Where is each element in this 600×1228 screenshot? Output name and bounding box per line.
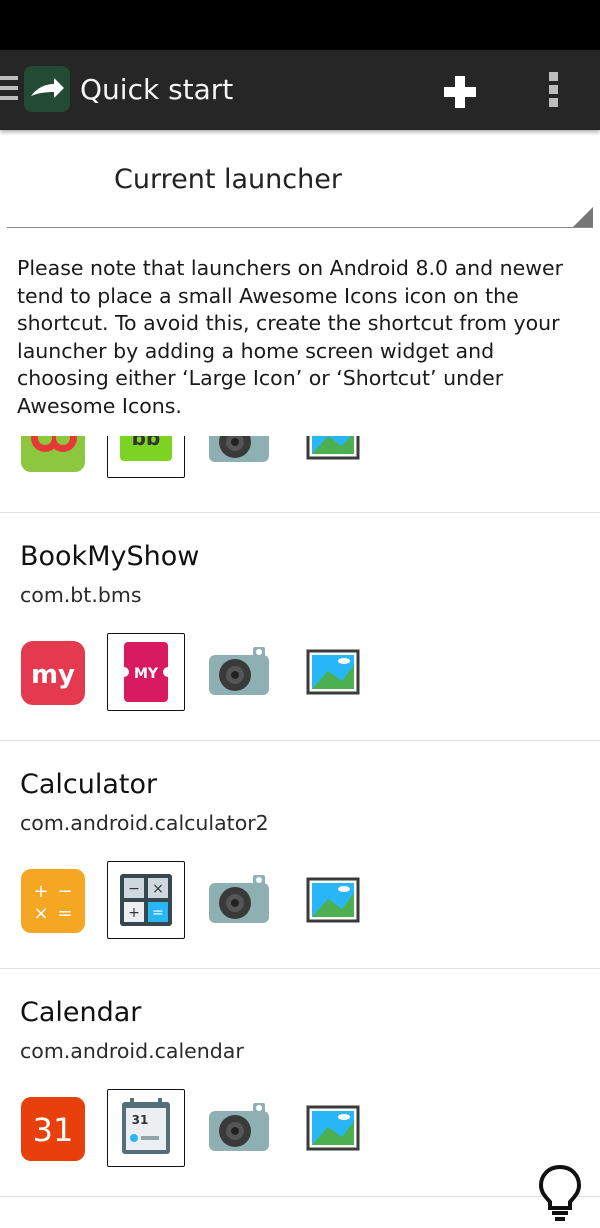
icon-set: + − × = − × + = [0,861,600,949]
launcher-note: Please note that launchers on Android 8.… [17,256,564,418]
status-bar [0,0,600,50]
app-package: com.bt.bms [20,583,142,607]
bookmyshow-awesome-icon[interactable]: MY [107,633,185,711]
spinner-arrow-icon [573,207,593,227]
launcher-spinner[interactable]: Current launcher [7,150,593,228]
svg-text:+: + [33,881,48,902]
svg-text:=: = [57,903,72,924]
camera-icon[interactable] [207,641,271,705]
bigbasket-awesome-icon[interactable]: bb [107,436,185,478]
svg-text:MY: MY [134,666,159,682]
calculator-original-icon[interactable]: + − × = [21,869,85,933]
camera-icon[interactable] [207,436,271,472]
bigbasket-original-icon[interactable] [21,436,85,472]
app-package: com.android.calculator2 [20,811,269,835]
camera-icon[interactable] [207,869,271,933]
svg-text:=: = [152,905,164,921]
app-bar: Quick start [0,50,600,130]
calendar-original-icon[interactable]: 31 [21,1097,85,1161]
svg-text:×: × [33,903,48,924]
image-icon[interactable] [302,869,366,933]
app-row-bookmyshow[interactable]: BookMyShow com.bt.bms my MY [0,513,600,740]
calendar-awesome-day: 31 [132,1113,149,1127]
svg-text:bb: bb [132,436,161,450]
app-name: Calendar [20,997,142,1028]
svg-text:+: + [128,905,140,921]
app-name: Calculator [20,769,158,800]
bookmyshow-original-icon[interactable]: my [21,641,85,705]
lightbulb-icon[interactable] [536,1163,584,1223]
image-icon[interactable] [302,1097,366,1161]
icon-set-partial: bb [0,436,600,488]
app-title: Quick start [80,73,234,106]
icon-set: my MY [0,633,600,721]
app-row-calendar[interactable]: Calendar com.android.calendar 31 31 [0,969,600,1196]
app-list[interactable]: bb BookMyShow com.bt.bms my MY Calculato… [0,436,600,1228]
calendar-day-number: 31 [33,1111,74,1149]
icon-set: 31 31 [0,1089,600,1177]
app-name: BookMyShow [20,541,200,572]
menu-icon[interactable] [0,76,18,104]
app-logo-icon [24,66,70,112]
spinner-underline [7,227,593,228]
svg-text:×: × [152,881,164,897]
svg-text:−: − [57,881,72,902]
calculator-awesome-icon[interactable]: − × + = [107,861,185,939]
svg-text:−: − [128,881,140,897]
add-icon[interactable] [442,74,478,110]
overflow-menu-icon[interactable] [548,72,560,108]
app-row-calculator[interactable]: Calculator com.android.calculator2 + − ×… [0,741,600,968]
launcher-spinner-value: Current launcher [114,164,342,195]
camera-icon[interactable] [207,1097,271,1161]
image-icon[interactable] [302,436,366,472]
app-package: com.android.calendar [20,1039,244,1063]
row-divider [0,1196,600,1197]
calendar-awesome-icon[interactable]: 31 [107,1089,185,1167]
svg-text:my: my [31,660,75,690]
image-icon[interactable] [302,641,366,705]
